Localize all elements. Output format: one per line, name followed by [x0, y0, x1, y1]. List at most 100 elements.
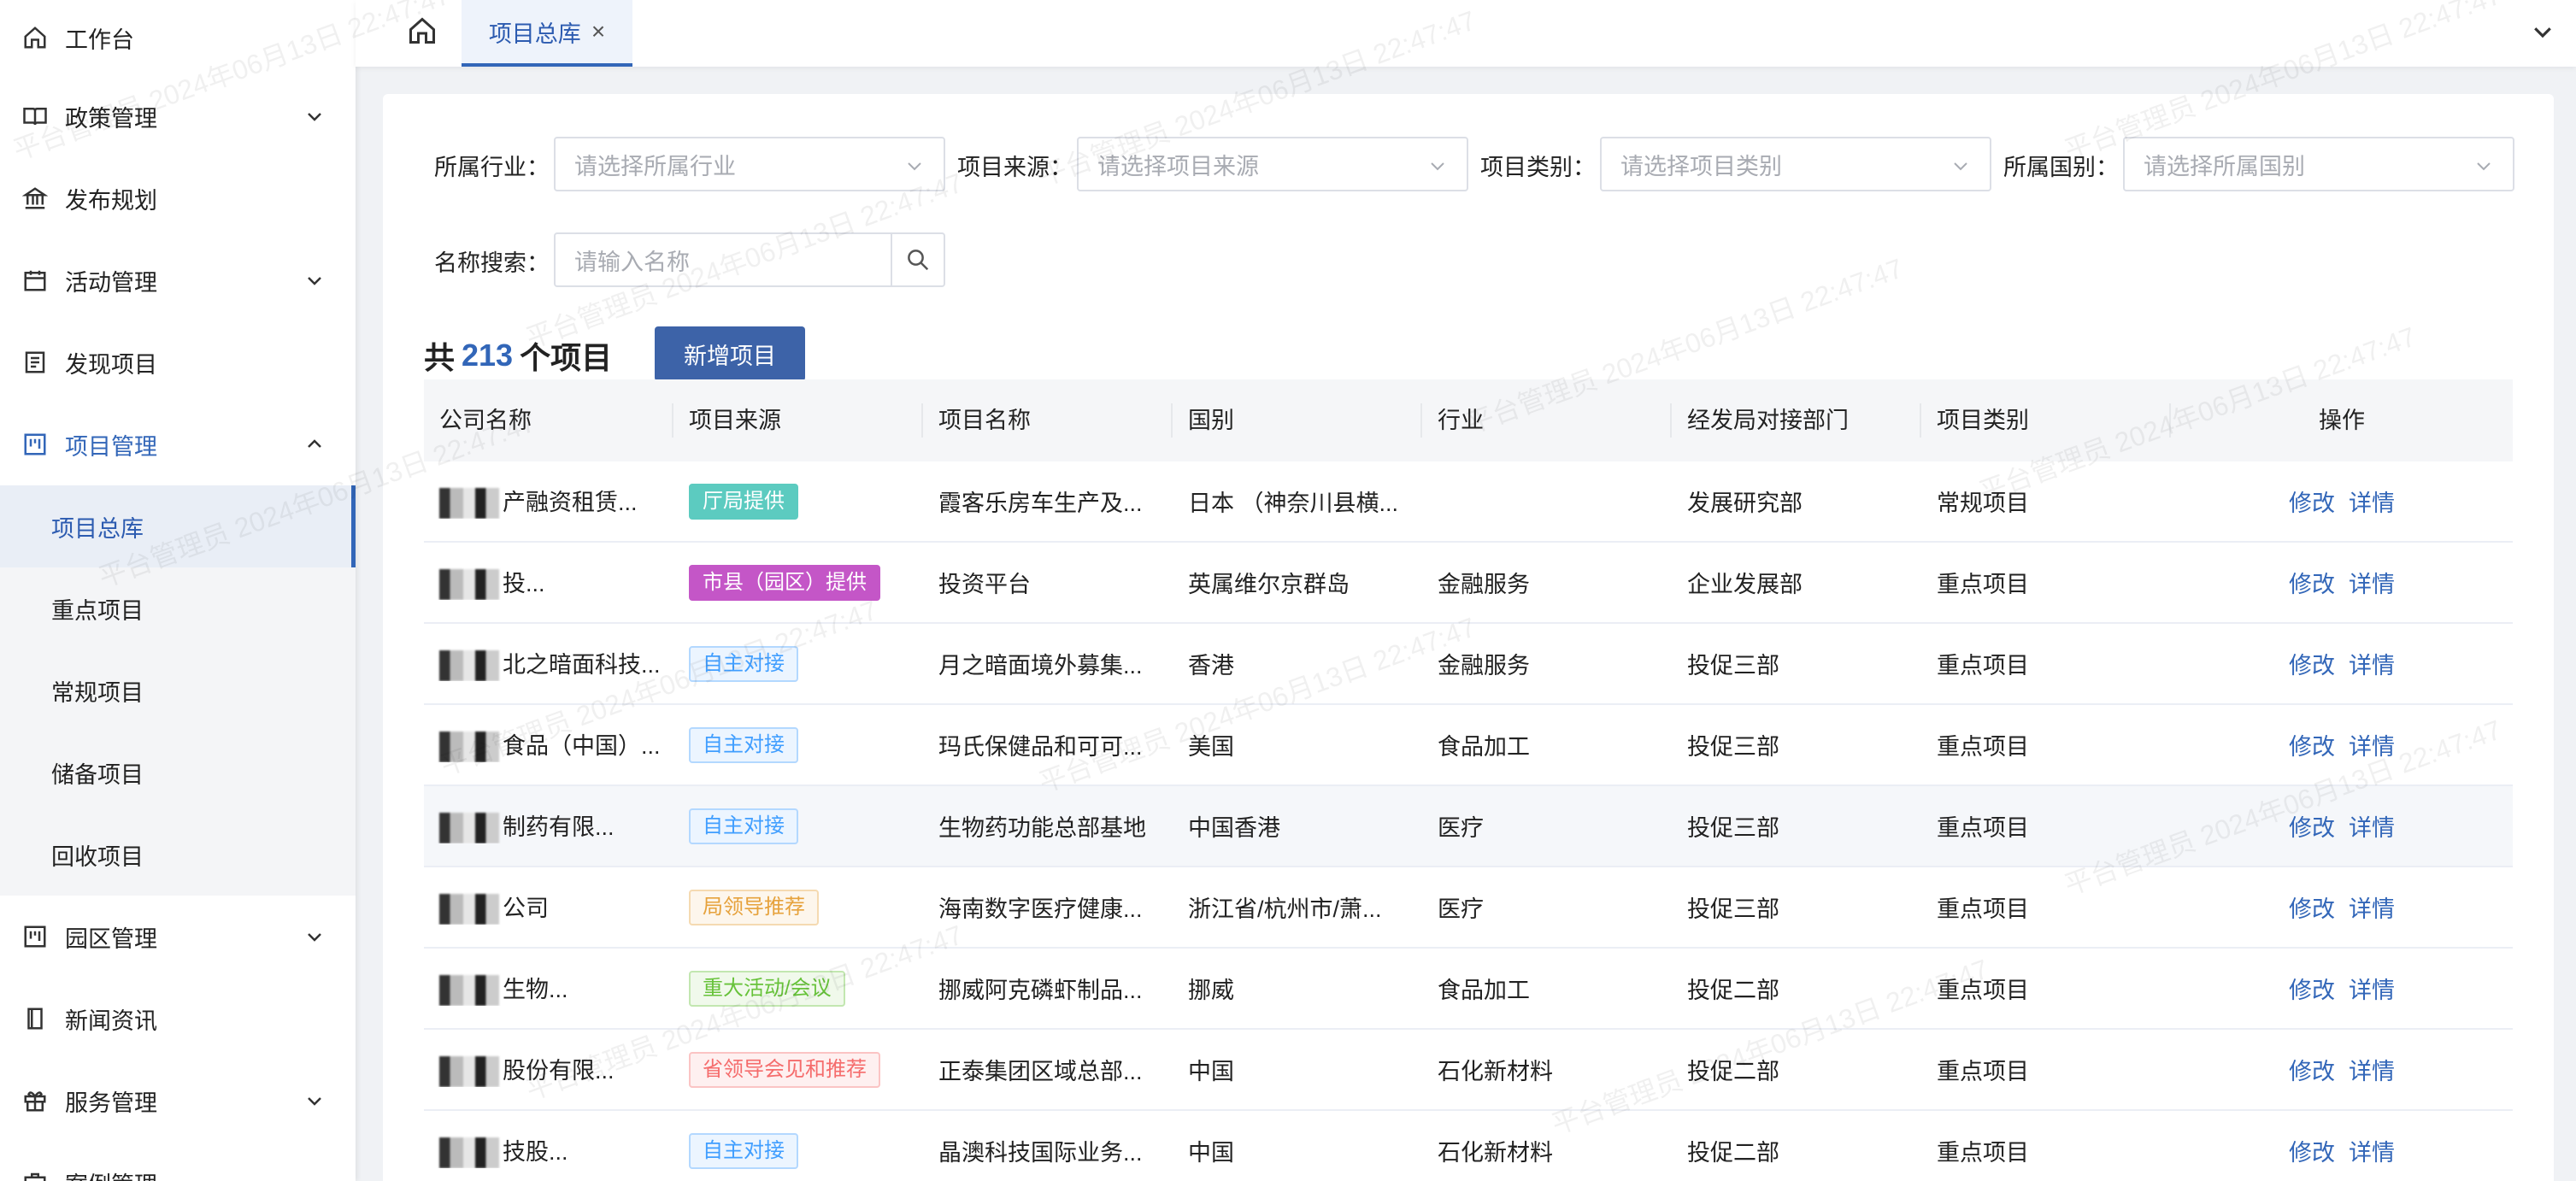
cell-department: 发展研究部	[1687, 491, 1803, 516]
detail-link[interactable]: 详情	[2349, 491, 2395, 516]
board-icon	[22, 924, 48, 949]
country-select[interactable]: 请选择所属国别	[2123, 137, 2514, 191]
edit-link[interactable]: 修改	[2289, 815, 2335, 841]
source-tag: 厅局提供	[689, 483, 798, 520]
detail-link[interactable]: 详情	[2349, 815, 2395, 841]
filter-category: 项目类别：	[1480, 137, 1600, 193]
table-body: 产融资租赁... 厅局提供 霞客乐房车生产及... 日本 （神奈川县横... 发展研究部…	[424, 461, 2513, 1181]
col-header-company: 公司名称	[424, 403, 673, 438]
cell-project-name: 投资平台	[938, 572, 1031, 597]
sidebar: 工作台 政策管理 发布规划 活动管理 发现项目 项目管理 项目总库 重点项目 常…	[0, 0, 356, 1181]
edit-link[interactable]: 修改	[2289, 978, 2335, 1003]
filter-name: 名称搜索：	[434, 232, 554, 289]
sidebar-item-label: 发布规划	[65, 187, 157, 214]
project-list-card: 所属行业： 请选择所属行业 项目来源： 请选择项目来源 项目类别： 请选择项目类…	[383, 94, 2554, 1181]
chevron-down-icon	[308, 1097, 321, 1106]
chevron-down-icon	[1431, 162, 1444, 171]
redaction-block	[439, 569, 499, 601]
company-name: 生物...	[503, 976, 568, 1002]
company-name: 北之暗面科技...	[503, 651, 661, 678]
sidebar-item-service[interactable]: 服务管理	[0, 1060, 356, 1142]
gift-icon	[22, 1088, 48, 1113]
detail-link[interactable]: 详情	[2349, 1059, 2395, 1084]
cell-company: 制药有限...	[424, 808, 673, 844]
company-name: 股份有限...	[503, 1057, 615, 1084]
cell-department: 投促三部	[1687, 653, 1779, 679]
edit-link[interactable]: 修改	[2289, 1059, 2335, 1084]
home-tab-icon[interactable]	[407, 15, 438, 46]
sidebar-item-activity[interactable]: 活动管理	[0, 239, 356, 321]
cell-actions: 修改 详情	[2171, 485, 2513, 518]
redaction-block	[439, 975, 499, 1007]
detail-link[interactable]: 详情	[2349, 734, 2395, 760]
edit-link[interactable]: 修改	[2289, 1140, 2335, 1166]
table-header: 公司名称 项目来源 项目名称 国别 行业 经发局对接部门 项目类别 操作	[424, 379, 2513, 461]
sidebar-item-label: 新闻资讯	[65, 1008, 157, 1034]
edit-link[interactable]: 修改	[2289, 572, 2335, 597]
industry-select[interactable]: 请选择所属行业	[554, 137, 945, 191]
cell-source: 市县（园区）提供	[673, 564, 923, 601]
detail-link[interactable]: 详情	[2349, 653, 2395, 679]
sidebar-item-news[interactable]: 新闻资讯	[0, 978, 356, 1060]
cell-department: 投促三部	[1687, 896, 1779, 922]
close-icon[interactable]: ×	[591, 18, 605, 45]
cell-company: 北之暗面科技...	[424, 646, 673, 682]
sidebar-subitem-project-library[interactable]: 项目总库	[0, 485, 356, 567]
tab-project-library[interactable]: 项目总库 ×	[462, 0, 632, 67]
edit-link[interactable]: 修改	[2289, 491, 2335, 516]
cell-company: 产融资租赁...	[424, 484, 673, 520]
company-name: 制药有限...	[503, 814, 615, 840]
company-name: 技股...	[503, 1138, 568, 1165]
cell-category: 重点项目	[1937, 572, 2029, 597]
cell-department: 企业发展部	[1687, 572, 1803, 597]
sidebar-item-label: 活动管理	[65, 269, 157, 296]
cell-project-name: 霞客乐房车生产及...	[938, 491, 1143, 516]
table-row: 公司 局领导推荐 海南数字医疗健康... 浙江省/杭州市/萧... 医疗 投促三部 重点项目…	[424, 867, 2513, 949]
detail-link[interactable]: 详情	[2349, 978, 2395, 1003]
source-tag: 局领导推荐	[689, 889, 819, 925]
cell-category: 重点项目	[1937, 896, 2029, 922]
summary-prefix: 共	[424, 340, 456, 375]
search-button[interactable]	[891, 234, 944, 285]
chevron-down-icon	[308, 113, 321, 121]
sidebar-item-label: 工作台	[65, 26, 134, 53]
project-count: 213	[462, 338, 514, 373]
redaction-block	[439, 650, 499, 682]
sidebar-item-policy[interactable]: 政策管理	[0, 75, 356, 157]
cell-country: 香港	[1188, 653, 1234, 679]
sidebar-item-project-management[interactable]: 项目管理	[0, 403, 356, 485]
redaction-block	[439, 732, 499, 763]
detail-link[interactable]: 详情	[2349, 572, 2395, 597]
book-icon	[22, 103, 48, 129]
detail-link[interactable]: 详情	[2349, 896, 2395, 922]
sidebar-subitem-recycled-projects[interactable]: 回收项目	[0, 814, 356, 896]
category-label: 项目类别：	[1480, 154, 1596, 180]
cell-department: 投促三部	[1687, 815, 1779, 841]
sidebar-subitem-reserve-projects[interactable]: 储备项目	[0, 732, 356, 814]
add-project-button[interactable]: 新增项目	[655, 326, 805, 381]
edit-link[interactable]: 修改	[2289, 734, 2335, 760]
sidebar-item-cases[interactable]: 案例管理	[0, 1142, 356, 1181]
chevron-down-icon[interactable]	[2530, 19, 2555, 44]
detail-link[interactable]: 详情	[2349, 1140, 2395, 1166]
sidebar-item-planning[interactable]: 发布规划	[0, 157, 356, 239]
category-select[interactable]: 请选择项目类别	[1600, 137, 1991, 191]
name-search-input[interactable]: 请输入名称	[554, 232, 945, 287]
sidebar-item-workbench[interactable]: 工作台	[0, 0, 356, 75]
col-header-actions: 操作	[2319, 408, 2365, 433]
cell-company: 食品（中国）...	[424, 727, 673, 763]
company-name: 投...	[503, 570, 545, 596]
edit-link[interactable]: 修改	[2289, 896, 2335, 922]
sidebar-subitem-regular-projects[interactable]: 常规项目	[0, 649, 356, 732]
sidebar-item-discover[interactable]: 发现项目	[0, 321, 356, 403]
source-select[interactable]: 请选择项目来源	[1077, 137, 1468, 191]
sidebar-item-park[interactable]: 园区管理	[0, 896, 356, 978]
cell-department: 投促二部	[1687, 978, 1779, 1003]
calendar-icon	[22, 267, 48, 293]
edit-link[interactable]: 修改	[2289, 653, 2335, 679]
sidebar-subitem-key-projects[interactable]: 重点项目	[0, 567, 356, 649]
cell-industry: 食品加工	[1438, 978, 1530, 1003]
cell-project-name: 挪威阿克磷虾制品...	[938, 978, 1143, 1003]
table-row: 制药有限... 自主对接 生物药功能总部基地 中国香港 医疗 投促三部 重点项目 修改 详情	[424, 786, 2513, 867]
cell-country: 挪威	[1188, 978, 1234, 1003]
